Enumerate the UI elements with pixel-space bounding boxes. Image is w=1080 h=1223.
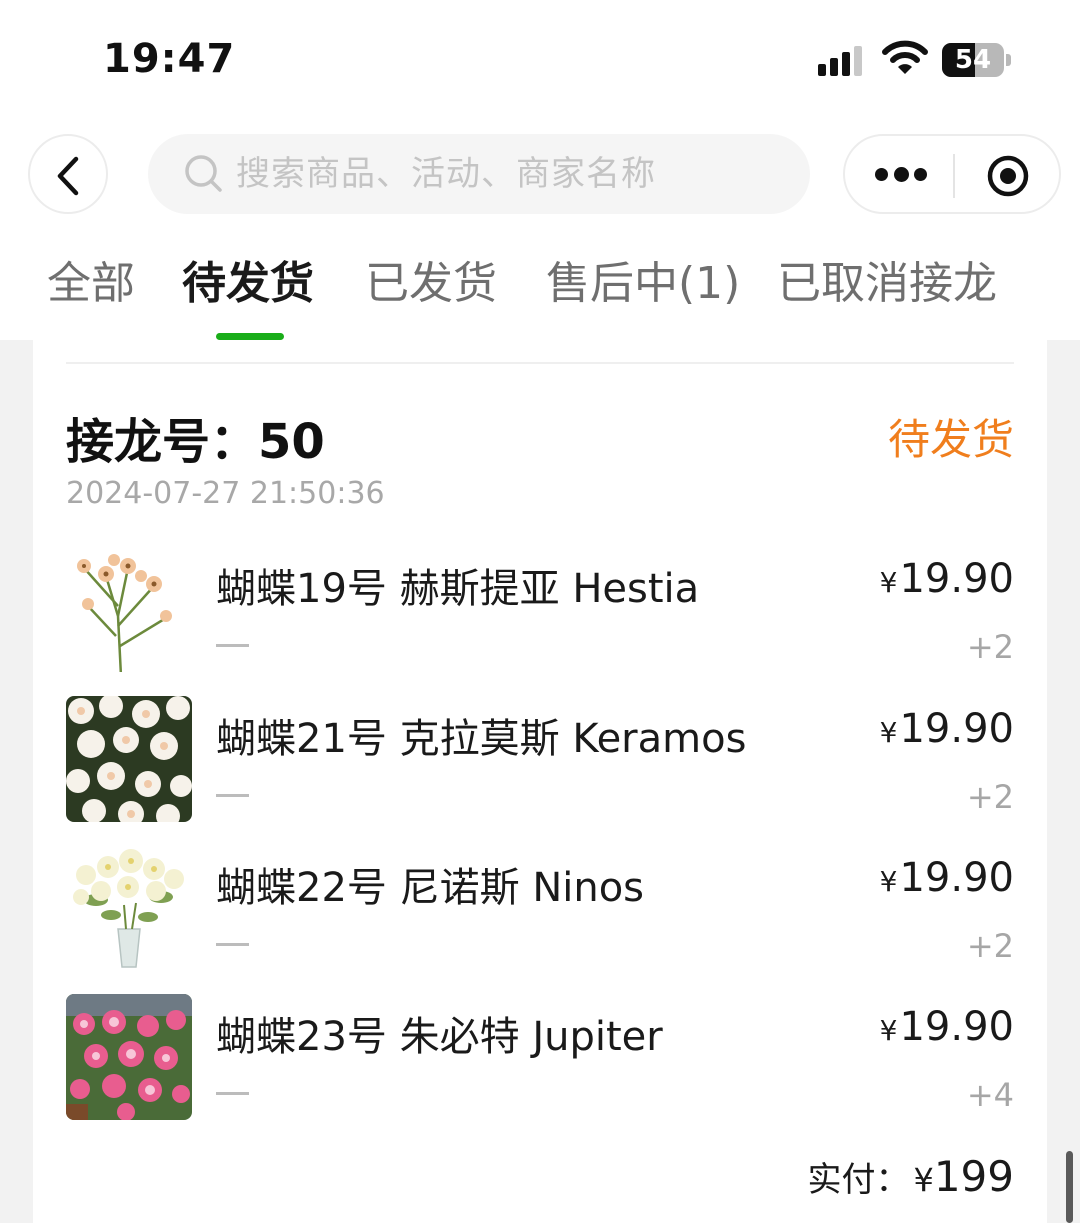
top-bar: 19:47 54 搜索商品、活动、商家名称 全部 待发货 已发货 售后中(1) … bbox=[0, 0, 1080, 340]
chevron-left-icon bbox=[57, 156, 79, 196]
order-item[interactable]: 蝴蝶21号 克拉莫斯 Keramos ¥19.90 +2 bbox=[66, 694, 1014, 824]
scrollbar[interactable] bbox=[1066, 1151, 1073, 1223]
order-number-value: 50 bbox=[258, 414, 325, 470]
peach-cosmos-flower-icon bbox=[66, 546, 192, 672]
item-quantity: +2 bbox=[966, 628, 1014, 666]
wifi-icon bbox=[882, 40, 928, 74]
cellular-signal-icon bbox=[818, 46, 868, 76]
order-timestamp: 2024-07-27 21:50:36 bbox=[66, 476, 385, 511]
divider bbox=[66, 362, 1014, 364]
pink-flowers-photo-icon bbox=[66, 994, 192, 1120]
status-time: 19:47 bbox=[103, 36, 236, 82]
search-placeholder: 搜索商品、活动、商家名称 bbox=[236, 154, 656, 194]
item-name: 蝴蝶22号 尼诺斯 Ninos bbox=[216, 865, 645, 911]
item-price-value: 19.90 bbox=[899, 855, 1014, 901]
item-price-value: 19.90 bbox=[899, 1004, 1014, 1050]
currency-symbol: ¥ bbox=[879, 566, 898, 599]
item-price: ¥19.90 bbox=[880, 855, 1014, 901]
total-label: 实付： bbox=[807, 1160, 910, 1200]
order-total: 实付： ¥199 bbox=[807, 1152, 1014, 1201]
tab-all[interactable]: 全部 bbox=[47, 254, 135, 314]
tab-indicator bbox=[216, 333, 284, 340]
item-option bbox=[216, 794, 249, 797]
item-price: ¥19.90 bbox=[880, 706, 1014, 752]
flower-vase-icon bbox=[66, 845, 192, 971]
currency-symbol: ¥ bbox=[879, 865, 898, 898]
close-mini-program-icon[interactable] bbox=[986, 154, 1030, 198]
battery-icon: 54 bbox=[942, 43, 1012, 79]
item-price-value: 19.90 bbox=[899, 556, 1014, 602]
item-option bbox=[216, 943, 249, 946]
item-option bbox=[216, 644, 249, 647]
order-number: 接龙号：50 bbox=[66, 402, 325, 472]
order-item[interactable]: 蝴蝶22号 尼诺斯 Ninos ¥19.90 +2 bbox=[66, 843, 1014, 973]
search-input[interactable]: 搜索商品、活动、商家名称 bbox=[148, 134, 810, 214]
total-amount: 199 bbox=[933, 1152, 1014, 1201]
item-price-value: 19.90 bbox=[899, 706, 1014, 752]
order-number-label: 接龙号： bbox=[66, 414, 259, 470]
item-name: 蝴蝶23号 朱必特 Jupiter bbox=[216, 1014, 663, 1060]
item-name: 蝴蝶19号 赫斯提亚 Hestia bbox=[216, 566, 700, 612]
order-status: 待发货 bbox=[887, 415, 1014, 464]
total-currency: ¥ bbox=[913, 1161, 934, 1199]
item-price: ¥19.90 bbox=[880, 1004, 1014, 1050]
order-item[interactable]: 蝴蝶23号 朱必特 Jupiter ¥19.90 +4 bbox=[66, 992, 1014, 1122]
more-options-button[interactable] bbox=[875, 164, 927, 186]
mini-program-capsule bbox=[843, 134, 1061, 214]
tab-cancelled[interactable]: 已取消接龙 bbox=[777, 254, 997, 314]
capsule-divider bbox=[953, 154, 955, 198]
item-quantity: +2 bbox=[966, 927, 1014, 965]
order-card[interactable]: 接龙号：50 待发货 2024-07-27 21:50:36 蝴蝶19号 赫斯提… bbox=[33, 340, 1047, 1223]
back-button[interactable] bbox=[28, 134, 108, 214]
tab-pending-shipment[interactable]: 待发货 bbox=[182, 254, 314, 314]
item-quantity: +2 bbox=[966, 778, 1014, 816]
item-option bbox=[216, 1092, 249, 1095]
item-quantity: +4 bbox=[966, 1076, 1014, 1114]
currency-symbol: ¥ bbox=[879, 716, 898, 749]
currency-symbol: ¥ bbox=[879, 1014, 898, 1047]
white-flowers-photo-icon bbox=[66, 696, 192, 822]
search-icon bbox=[185, 155, 222, 192]
tab-shipped[interactable]: 已发货 bbox=[365, 254, 497, 314]
tab-after-sales[interactable]: 售后中(1) bbox=[546, 254, 740, 314]
order-item[interactable]: 蝴蝶19号 赫斯提亚 Hestia ¥19.90 +2 bbox=[66, 544, 1014, 674]
item-name: 蝴蝶21号 克拉莫斯 Keramos bbox=[216, 716, 747, 762]
item-price: ¥19.90 bbox=[880, 556, 1014, 602]
battery-level: 54 bbox=[954, 45, 992, 75]
